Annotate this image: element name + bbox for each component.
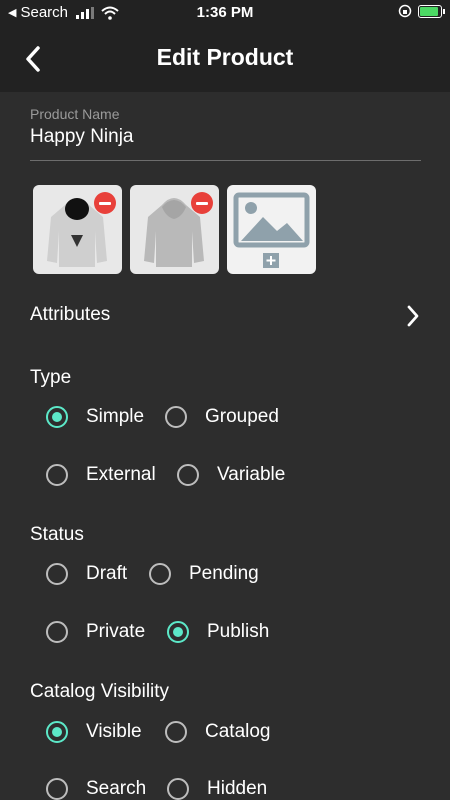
radio-circle [165, 406, 187, 428]
attributes-label: Attributes [30, 304, 111, 325]
chevron-right-icon [407, 305, 419, 327]
type-option-grouped[interactable]: Grouped [165, 406, 279, 428]
radio-label: Hidden [207, 778, 268, 799]
add-image-icon [233, 192, 310, 268]
product-image-front[interactable] [33, 185, 122, 274]
status-option-pending[interactable]: Pending [149, 563, 259, 585]
orientation-lock-icon [398, 4, 412, 18]
radio-label: Grouped [205, 406, 279, 427]
radio-circle [46, 778, 68, 800]
radio-label: Private [86, 621, 146, 642]
nav-bar: Edit Product [0, 26, 450, 92]
radio-label: External [86, 464, 156, 485]
product-images [33, 185, 316, 274]
radio-circle [165, 721, 187, 743]
catalog-visibility-section-title: Catalog Visibility [30, 681, 170, 702]
radio-label: Publish [207, 621, 270, 642]
radio-label: Variable [217, 464, 286, 485]
visibility-option-visible[interactable]: Visible [46, 721, 142, 743]
type-option-external[interactable]: External [46, 464, 156, 486]
type-section-title: Type [30, 367, 72, 388]
radio-circle [167, 621, 189, 643]
radio-circle [46, 621, 68, 643]
type-option-simple[interactable]: Simple [46, 406, 144, 428]
page-title: Edit Product [156, 44, 294, 70]
status-section-title: Status [30, 524, 84, 545]
status-option-draft[interactable]: Draft [46, 563, 127, 585]
radio-circle [46, 464, 68, 486]
status-option-private[interactable]: Private [46, 621, 145, 643]
radio-label: Catalog [205, 721, 271, 742]
radio-label: Draft [86, 563, 128, 584]
battery-icon [418, 4, 445, 18]
radio-circle [167, 778, 189, 800]
remove-image-button[interactable] [191, 192, 213, 214]
remove-image-button[interactable] [94, 192, 116, 214]
radio-label: Search [86, 778, 147, 799]
radio-circle [46, 406, 68, 428]
visibility-option-catalog[interactable]: Catalog [165, 721, 271, 743]
status-bar: ◀ Search 1:36 PM [0, 0, 450, 26]
type-option-variable[interactable]: Variable [177, 464, 285, 486]
product-name-input[interactable]: Happy Ninja [30, 126, 134, 148]
attributes-row[interactable]: Attributes [30, 302, 420, 332]
radio-circle [177, 464, 199, 486]
status-time: 1:36 PM [196, 4, 254, 21]
radio-circle [46, 721, 68, 743]
visibility-option-hidden[interactable]: Hidden [167, 778, 267, 800]
radio-label: Pending [189, 563, 259, 584]
product-name-underline [30, 160, 421, 161]
radio-label: Simple [86, 406, 145, 427]
status-bar-right [398, 4, 445, 18]
radio-circle [46, 563, 68, 585]
radio-label: Visible [86, 721, 142, 742]
edit-product-form: Product Name Happy Ninja Attributes Type… [0, 92, 450, 800]
status-option-publish[interactable]: Publish [167, 621, 269, 643]
product-image-back[interactable] [130, 185, 219, 274]
radio-circle [149, 563, 171, 585]
add-image-button[interactable] [227, 185, 316, 274]
product-name-label: Product Name [30, 106, 120, 122]
visibility-option-search[interactable]: Search [46, 778, 146, 800]
